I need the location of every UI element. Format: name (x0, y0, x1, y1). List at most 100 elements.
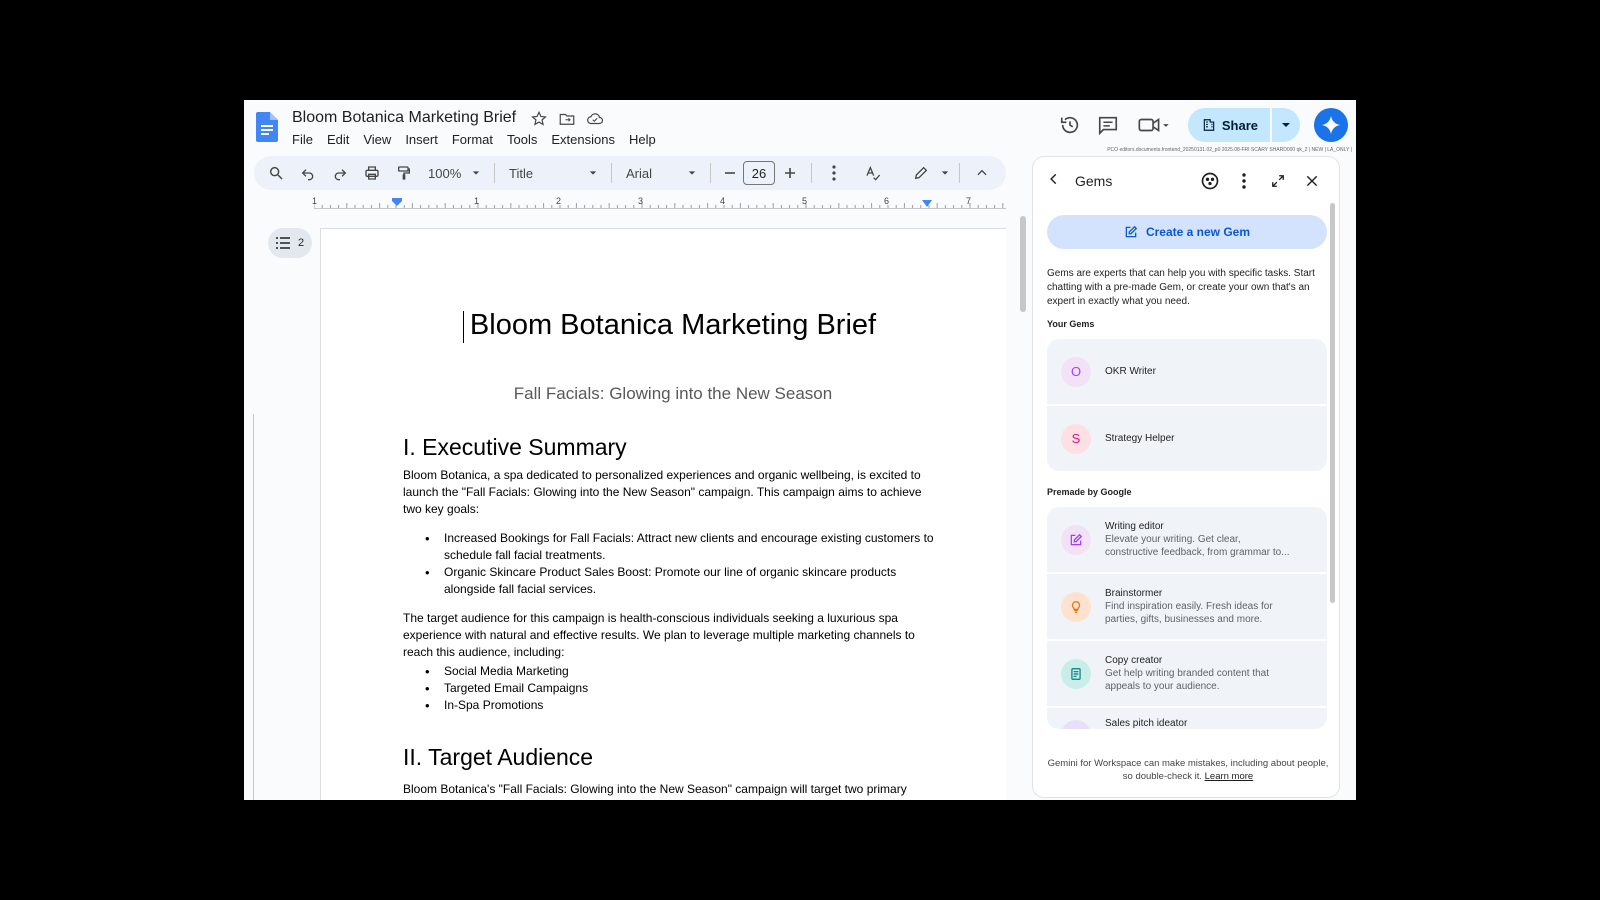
horizontal-ruler[interactable]: 1 1 2 3 4 5 6 7 (254, 196, 1006, 212)
ruler-number: 1 (474, 196, 480, 206)
premade-label: Premade by Google (1047, 487, 1132, 497)
gem-okr-writer[interactable]: O OKR Writer (1047, 339, 1327, 404)
list-item[interactable]: Organic Skincare Product Sales Boost: Pr… (425, 564, 943, 598)
menu-view[interactable]: View (356, 130, 398, 149)
document-title[interactable]: Bloom Botanica Marketing Brief (292, 109, 516, 127)
disclaimer-text: Gemini for Workspace can make mistakes, … (1047, 758, 1329, 782)
docs-app: Bloom Botanica Marketing Brief File Edit… (244, 100, 1356, 800)
paragraph-style-value: Title (509, 165, 534, 181)
decrease-font-size-icon[interactable] (717, 159, 743, 187)
share-button[interactable]: Share (1187, 108, 1270, 142)
gem-desc: parties, gifts, businesses and more. (1105, 613, 1263, 625)
gems-description: Gems are experts that can help you with … (1047, 268, 1315, 307)
collapse-menus-icon[interactable] (966, 159, 998, 187)
outline-count: 2 (297, 237, 305, 249)
gem-avatar: O (1061, 356, 1091, 387)
heading-executive-summary[interactable]: I. Executive Summary (403, 434, 943, 461)
caret-down-icon (589, 171, 597, 175)
increase-font-size-icon[interactable] (775, 159, 805, 187)
menu-extensions[interactable]: Extensions (544, 130, 622, 149)
toolbar-divider (494, 163, 495, 183)
document-page[interactable]: Bloom Botanica Marketing Brief Fall Faci… (320, 228, 1006, 800)
list-item[interactable]: Social Media Marketing (425, 663, 943, 680)
move-folder-icon[interactable] (558, 110, 576, 128)
share-dropdown-button[interactable] (1272, 108, 1300, 142)
ruler-number: 7 (966, 196, 972, 206)
editing-mode-select[interactable] (909, 159, 953, 187)
print-icon[interactable] (356, 159, 388, 187)
gem-writing-editor[interactable]: Writing editor Elevate your writing. Get… (1047, 507, 1327, 572)
document-scrollbar[interactable] (1020, 216, 1026, 312)
redo-icon[interactable] (324, 159, 356, 187)
cloud-saved-icon[interactable] (586, 110, 604, 128)
zoom-select[interactable]: 100% (420, 159, 488, 187)
gem-strategy-helper[interactable]: S Strategy Helper (1047, 406, 1327, 471)
list-item[interactable]: Increased Bookings for Fall Facials: Att… (425, 530, 943, 564)
text-cursor (463, 311, 464, 343)
gem-copy-creator[interactable]: Copy creator Get help writing branded co… (1047, 641, 1327, 706)
panel-scrollbar[interactable] (1330, 203, 1335, 603)
docs-logo-icon[interactable] (256, 112, 278, 142)
paragraph[interactable]: Bloom Botanica's "Fall Facials: Glowing … (403, 781, 943, 798)
paragraph-style-select[interactable]: Title (501, 159, 605, 187)
gem-desc: appeals to your audience. (1105, 680, 1220, 692)
gem-name: OKR Writer (1105, 366, 1156, 377)
left-indent-marker-icon[interactable] (392, 198, 402, 208)
gem-sales-pitch-ideator[interactable]: Sales pitch ideator (1047, 708, 1327, 729)
gem-name: Sales pitch ideator (1105, 718, 1188, 729)
toolbar-divider (811, 163, 812, 183)
star-icon[interactable] (530, 110, 548, 128)
format-toolbar: 100% Title Arial 26 (254, 156, 1006, 190)
font-select[interactable]: Arial (618, 159, 704, 187)
undo-icon[interactable] (292, 159, 324, 187)
create-gem-button[interactable]: Create a new Gem (1047, 215, 1327, 249)
ruler-number: 3 (638, 196, 644, 206)
edit-square-icon (1125, 225, 1138, 238)
menu-help[interactable]: Help (622, 130, 663, 149)
menu-insert[interactable]: Insert (398, 130, 445, 149)
gem-brainstormer[interactable]: Brainstormer Find inspiration easily. Fr… (1047, 574, 1327, 639)
spellcheck-icon[interactable] (857, 159, 889, 187)
list-item[interactable]: Targeted Email Campaigns (425, 680, 943, 697)
menu-edit[interactable]: Edit (320, 130, 356, 149)
goals-list: Increased Bookings for Fall Facials: Att… (425, 530, 943, 598)
paragraph[interactable]: Bloom Botanica, a spa dedicated to perso… (403, 467, 943, 518)
list-item[interactable]: In-Spa Promotions (425, 697, 943, 714)
ruler-number: 5 (802, 196, 808, 206)
gem-desc: Get help writing branded content that (1105, 667, 1269, 679)
comments-icon[interactable] (1096, 113, 1120, 137)
gem-desc: constructive feedback, from grammar to..… (1105, 546, 1290, 558)
ruler-number: 1 (312, 196, 318, 206)
gem-manager-icon[interactable] (1193, 171, 1227, 191)
paragraph[interactable]: The target audience for this campaign is… (403, 610, 943, 661)
menu-file[interactable]: File (292, 130, 320, 149)
ruler-number: 2 (556, 196, 562, 206)
version-history-icon[interactable] (1058, 113, 1082, 137)
more-vert-icon[interactable] (1227, 173, 1261, 189)
create-gem-label: Create a new Gem (1145, 225, 1251, 239)
menu-format[interactable]: Format (445, 130, 500, 149)
doc-title-heading[interactable]: Bloom Botanica Marketing Brief (403, 309, 943, 343)
menu-tools[interactable]: Tools (500, 130, 544, 149)
gemini-button[interactable] (1314, 108, 1348, 142)
building-icon (1203, 119, 1215, 131)
gem-name: Strategy Helper (1105, 433, 1175, 444)
caret-down-icon (1282, 123, 1290, 127)
document-outline-button[interactable]: 2 (268, 228, 312, 258)
search-menus-icon[interactable] (260, 159, 292, 187)
font-size-input[interactable]: 26 (743, 161, 775, 185)
doc-subtitle[interactable]: Fall Facials: Glowing into the New Seaso… (403, 384, 943, 404)
meet-icon[interactable] (1134, 113, 1174, 137)
expand-icon[interactable] (1261, 174, 1295, 188)
more-options-icon[interactable] (818, 159, 850, 187)
close-icon[interactable] (1295, 174, 1329, 188)
back-arrow-icon[interactable] (1047, 172, 1067, 191)
your-gems-list: O OKR Writer S Strategy Helper (1047, 339, 1327, 471)
paint-format-icon[interactable] (388, 159, 420, 187)
doc-title-text: Bloom Botanica Marketing Brief (469, 309, 877, 341)
learn-more-link[interactable]: Learn more (1205, 771, 1254, 782)
right-indent-marker-icon[interactable] (922, 200, 932, 208)
gemini-sparkle-icon (1321, 115, 1341, 135)
heading-target-audience[interactable]: II. Target Audience (403, 744, 943, 771)
vertical-ruler[interactable] (248, 414, 254, 800)
